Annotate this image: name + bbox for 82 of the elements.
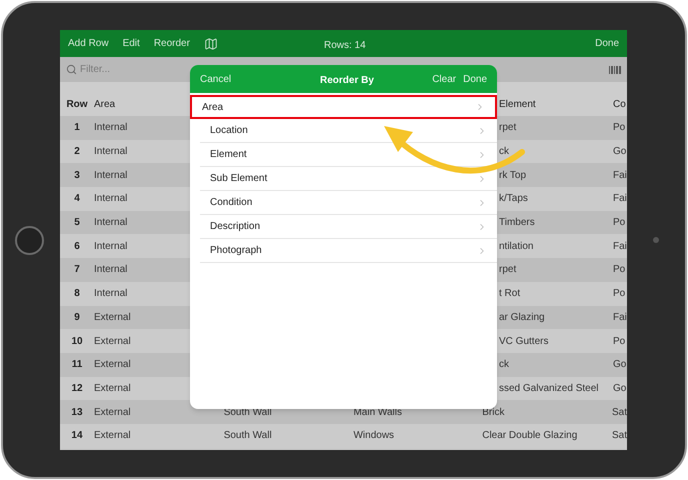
table-cell: External xyxy=(94,406,131,418)
table-cell: External xyxy=(94,430,131,442)
column-header: Co xyxy=(613,98,626,112)
option-label: Condition xyxy=(210,196,252,210)
done-button[interactable]: Done xyxy=(595,36,619,51)
table-cell-text: VC Gutters xyxy=(498,334,550,349)
table-cell-text: Po xyxy=(613,334,626,349)
table-cell-text: Po xyxy=(613,121,626,136)
option-label: Location xyxy=(210,124,248,138)
table-cell-text: Po xyxy=(613,263,626,278)
row-number: 8 xyxy=(73,287,81,302)
table-cell-text: Sat xyxy=(612,429,628,444)
table-cell: Internal xyxy=(94,240,128,252)
row-number: 5 xyxy=(73,216,81,230)
sort-option[interactable]: Area xyxy=(190,95,497,119)
table-cell: Internal xyxy=(94,146,128,158)
table-cell: External xyxy=(94,312,131,323)
option-label: Element xyxy=(210,148,247,162)
table-cell-text: ar Glazing xyxy=(498,310,546,325)
sort-option[interactable]: Sub Element xyxy=(200,167,497,191)
table-cell-text: Go xyxy=(613,358,626,372)
option-label: Sub Element xyxy=(210,172,268,186)
table-cell-text: South Wall xyxy=(224,429,273,444)
table-cell-text: Po xyxy=(613,287,626,302)
table-cell-text: Fai xyxy=(613,310,627,325)
row-number: 12 xyxy=(70,382,84,396)
table-cell-text: k/Taps xyxy=(498,192,529,206)
sort-option[interactable]: Condition xyxy=(200,191,497,215)
table-cell-text: rk Top xyxy=(498,168,528,183)
table-cell-text: Fai xyxy=(613,240,627,254)
map-icon[interactable] xyxy=(204,36,218,50)
search-icon xyxy=(66,64,77,75)
table-cell: Internal xyxy=(94,170,128,181)
table-cell: External xyxy=(94,382,131,394)
table-cell: Internal xyxy=(94,122,128,134)
table-cell: Internal xyxy=(94,288,128,300)
table-cell-text: ck xyxy=(498,358,510,372)
table-cell: External xyxy=(94,359,131,370)
sort-option[interactable]: Photograph xyxy=(200,239,497,263)
table-cell-text: ssed Galvanized Steel xyxy=(498,382,600,396)
table-cell-text: Clear Double Glazing xyxy=(482,429,578,444)
table-cell-text: Go xyxy=(613,382,626,396)
option-label: Description xyxy=(210,220,260,234)
option-label: Area xyxy=(202,100,224,114)
table-cell-text: Go xyxy=(613,145,626,160)
column-header: Element xyxy=(498,98,537,112)
row-number: 13 xyxy=(70,406,84,420)
rows-count: Rows: 14 xyxy=(324,39,366,53)
table-cell-text: ntilation xyxy=(498,240,534,254)
table-cell-text: Windows xyxy=(353,429,396,444)
row-number: 1 xyxy=(73,121,81,136)
option-label: Photograph xyxy=(210,244,262,258)
table-cell-text: Po xyxy=(613,216,626,230)
table-cell-text: Sat xyxy=(612,406,628,420)
column-header: Row xyxy=(65,98,89,112)
table-cell-text: t Rot xyxy=(498,287,522,302)
toolbar-button[interactable]: Edit xyxy=(122,36,140,51)
table-cell: Internal xyxy=(94,264,128,276)
row-number: 4 xyxy=(73,192,81,206)
row-number: 9 xyxy=(73,310,81,325)
toolbar-button[interactable]: Reorder xyxy=(154,36,190,51)
table-cell: Internal xyxy=(94,217,128,228)
row-number: 10 xyxy=(70,334,84,349)
table-cell-text: Fai xyxy=(613,192,627,206)
sort-option[interactable]: Description xyxy=(200,215,497,239)
table-cell-text: ck xyxy=(498,145,510,160)
barcode-icon[interactable] xyxy=(609,66,621,74)
table-cell-text: Fai xyxy=(613,168,627,183)
table-cell-text: rpet xyxy=(498,263,518,278)
toolbar-button[interactable]: Add Row xyxy=(68,36,109,51)
table-cell-text: rpet xyxy=(498,121,518,136)
row-number: 14 xyxy=(70,429,84,444)
table-cell-text: Timbers xyxy=(498,216,536,230)
dialog-title: Reorder By xyxy=(320,74,374,88)
table-cell: External xyxy=(94,336,131,347)
column-header: Area xyxy=(94,98,116,110)
row-number: 3 xyxy=(73,168,81,183)
row-number: 11 xyxy=(70,358,84,372)
table-cell: Internal xyxy=(94,193,128,204)
row-number: 7 xyxy=(73,263,81,278)
row-number: 2 xyxy=(73,145,81,160)
row-number: 6 xyxy=(73,240,81,254)
